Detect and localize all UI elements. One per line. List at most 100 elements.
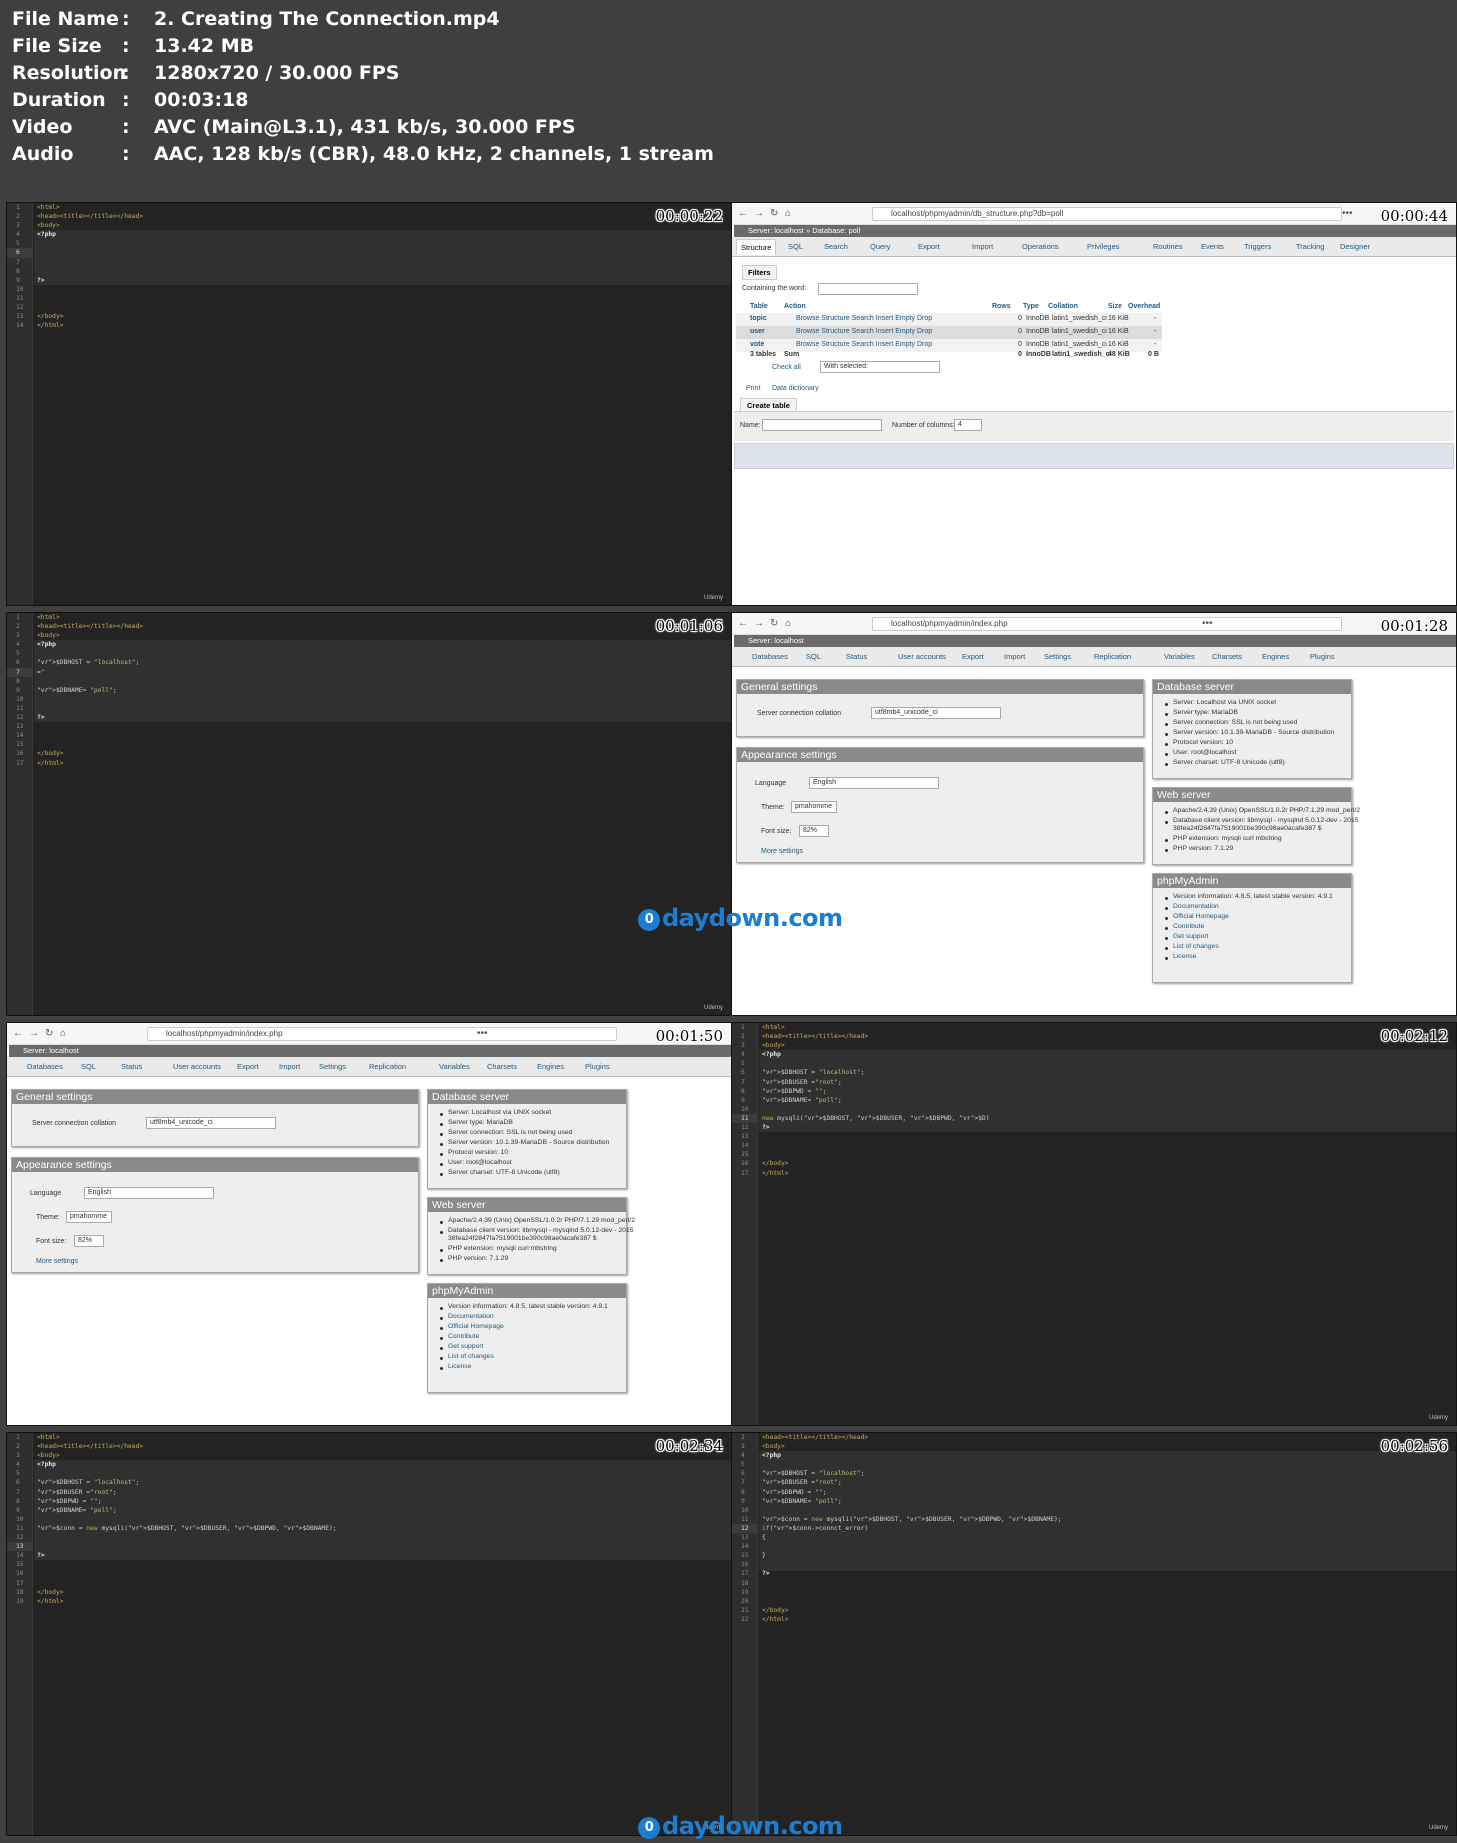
tab-databases[interactable]: Databases	[752, 652, 788, 661]
pma-info-item[interactable]: Contribute	[1173, 923, 1204, 930]
pma-info-item[interactable]: Contribute	[448, 1333, 479, 1340]
reload-icon[interactable]: ↻	[770, 208, 778, 219]
url-bar[interactable]: localhost/phpmyadmin/index.php	[872, 617, 1342, 631]
column-header[interactable]: Collation	[1048, 303, 1078, 310]
column-header[interactable]: Type	[1023, 303, 1039, 310]
tab-variables[interactable]: Variables	[439, 1062, 470, 1071]
tab-export[interactable]: Export	[918, 242, 940, 251]
back-icon[interactable]: ←	[13, 1028, 23, 1039]
tab-query[interactable]: Query	[870, 242, 890, 251]
pma-info-item[interactable]: Official Homepage	[1173, 913, 1229, 920]
tab-structure[interactable]: Structure	[736, 239, 777, 255]
tab-engines[interactable]: Engines	[537, 1062, 564, 1071]
pma-info-item[interactable]: List of changes	[448, 1353, 494, 1360]
column-header[interactable]: Action	[784, 303, 806, 310]
tab-charsets[interactable]: Charsets	[487, 1062, 517, 1071]
tab-tracking[interactable]: Tracking	[1296, 242, 1324, 251]
table-name-link[interactable]: user	[750, 328, 765, 335]
tab-export[interactable]: Export	[237, 1062, 259, 1071]
print-link[interactable]: Print	[746, 385, 760, 392]
more-settings-link[interactable]: More settings	[761, 848, 803, 855]
data-dictionary-link[interactable]: Data dictionary	[772, 385, 819, 392]
tab-user-accounts[interactable]: User accounts	[173, 1062, 221, 1071]
home-icon[interactable]: ⌂	[785, 208, 791, 219]
server-info-item: Server connection: SSL is not being used	[1173, 719, 1298, 726]
forward-icon[interactable]: →	[754, 208, 764, 219]
check-all[interactable]: Check all	[772, 364, 801, 371]
tab-events[interactable]: Events	[1201, 242, 1224, 251]
tab-databases[interactable]: Databases	[27, 1062, 63, 1071]
tab-replication[interactable]: Replication	[369, 1062, 406, 1071]
table-name-link[interactable]: topic	[750, 315, 767, 322]
font-size-select[interactable]: 82%	[799, 825, 829, 837]
tab-privileges[interactable]: Privileges	[1087, 242, 1120, 251]
pma-info-item[interactable]: Documentation	[1173, 903, 1219, 910]
tab-plugins[interactable]: Plugins	[1310, 652, 1335, 661]
row-actions[interactable]: Browse Structure Search Insert Empty Dro…	[796, 315, 932, 322]
more-settings-link[interactable]: More settings	[36, 1258, 78, 1265]
tab-import[interactable]: Import	[972, 242, 993, 251]
collation-select[interactable]: utf8mb4_unicode_ci	[146, 1117, 276, 1129]
tab-search[interactable]: Search	[824, 242, 848, 251]
tab-triggers[interactable]: Triggers	[1244, 242, 1271, 251]
language-select[interactable]: English	[809, 777, 939, 789]
column-header[interactable]: Size	[1108, 303, 1122, 310]
row-actions[interactable]: Browse Structure Search Insert Empty Dro…	[796, 328, 932, 335]
tab-charsets[interactable]: Charsets	[1212, 652, 1242, 661]
back-icon[interactable]: ←	[738, 208, 748, 219]
url-bar[interactable]: localhost/phpmyadmin/index.php	[147, 1027, 617, 1041]
url-bar[interactable]: localhost/phpmyadmin/db_structure.php?db…	[872, 207, 1342, 221]
collation-select[interactable]: utf8mb4_unicode_ci	[871, 707, 1001, 719]
tab-engines[interactable]: Engines	[1262, 652, 1289, 661]
font-size-select[interactable]: 82%	[74, 1235, 104, 1247]
reload-icon[interactable]: ↻	[770, 618, 778, 629]
tab-sql[interactable]: SQL	[81, 1062, 96, 1071]
filter-input[interactable]	[818, 283, 918, 295]
column-header[interactable]: Overhead	[1128, 303, 1160, 310]
tab-status[interactable]: Status	[121, 1062, 142, 1071]
column-header[interactable]: Rows	[992, 303, 1011, 310]
pma-info-item[interactable]: List of changes	[1173, 943, 1219, 950]
tab-export[interactable]: Export	[962, 652, 984, 661]
theme-select[interactable]: pmahomme	[66, 1211, 112, 1223]
tab-sql[interactable]: SQL	[806, 652, 821, 661]
tab-user-accounts[interactable]: User accounts	[898, 652, 946, 661]
tab-import[interactable]: Import	[279, 1062, 300, 1071]
pma-info-item[interactable]: Official Homepage	[448, 1323, 504, 1330]
tab-plugins[interactable]: Plugins	[585, 1062, 610, 1071]
menu-dots-icon[interactable]: •••	[477, 1028, 488, 1039]
home-icon[interactable]: ⌂	[60, 1028, 66, 1039]
column-header[interactable]: Table	[750, 303, 768, 310]
pma-info-item[interactable]: Documentation	[448, 1313, 494, 1320]
tab-routines[interactable]: Routines	[1153, 242, 1183, 251]
pma-info-item[interactable]: Get support	[1173, 933, 1209, 940]
tab-designer[interactable]: Designer	[1340, 242, 1370, 251]
number-columns-input[interactable]: 4	[954, 419, 982, 431]
back-icon[interactable]: ←	[738, 618, 748, 629]
line-number: 15	[741, 1552, 749, 1560]
tab-operations[interactable]: Operations	[1022, 242, 1059, 251]
tab-status[interactable]: Status	[846, 652, 867, 661]
tab-import[interactable]: Import	[1004, 652, 1025, 661]
tab-variables[interactable]: Variables	[1164, 652, 1195, 661]
forward-icon[interactable]: →	[29, 1028, 39, 1039]
menu-dots-icon[interactable]: •••	[1202, 618, 1213, 629]
tab-settings[interactable]: Settings	[319, 1062, 346, 1071]
pma-info-item[interactable]: License	[1173, 953, 1196, 960]
code-line: <head><title></title></head>	[762, 1434, 869, 1441]
tab-settings[interactable]: Settings	[1044, 652, 1071, 661]
language-select[interactable]: English	[84, 1187, 214, 1199]
pma-info-item[interactable]: Get support	[448, 1343, 484, 1350]
reload-icon[interactable]: ↻	[45, 1028, 53, 1039]
with-selected-select[interactable]: With selected:	[820, 361, 940, 373]
pma-info-item[interactable]: License	[448, 1363, 471, 1370]
theme-select[interactable]: pmahomme	[791, 801, 837, 813]
tab-sql[interactable]: SQL	[788, 242, 803, 251]
forward-icon[interactable]: →	[754, 618, 764, 629]
home-icon[interactable]: ⌂	[785, 618, 791, 629]
row-actions[interactable]: Browse Structure Search Insert Empty Dro…	[796, 341, 932, 348]
menu-dots-icon[interactable]: •••	[1342, 208, 1353, 219]
table-name-input[interactable]	[762, 419, 882, 431]
tab-replication[interactable]: Replication	[1094, 652, 1131, 661]
table-name-link[interactable]: vote	[750, 341, 764, 348]
